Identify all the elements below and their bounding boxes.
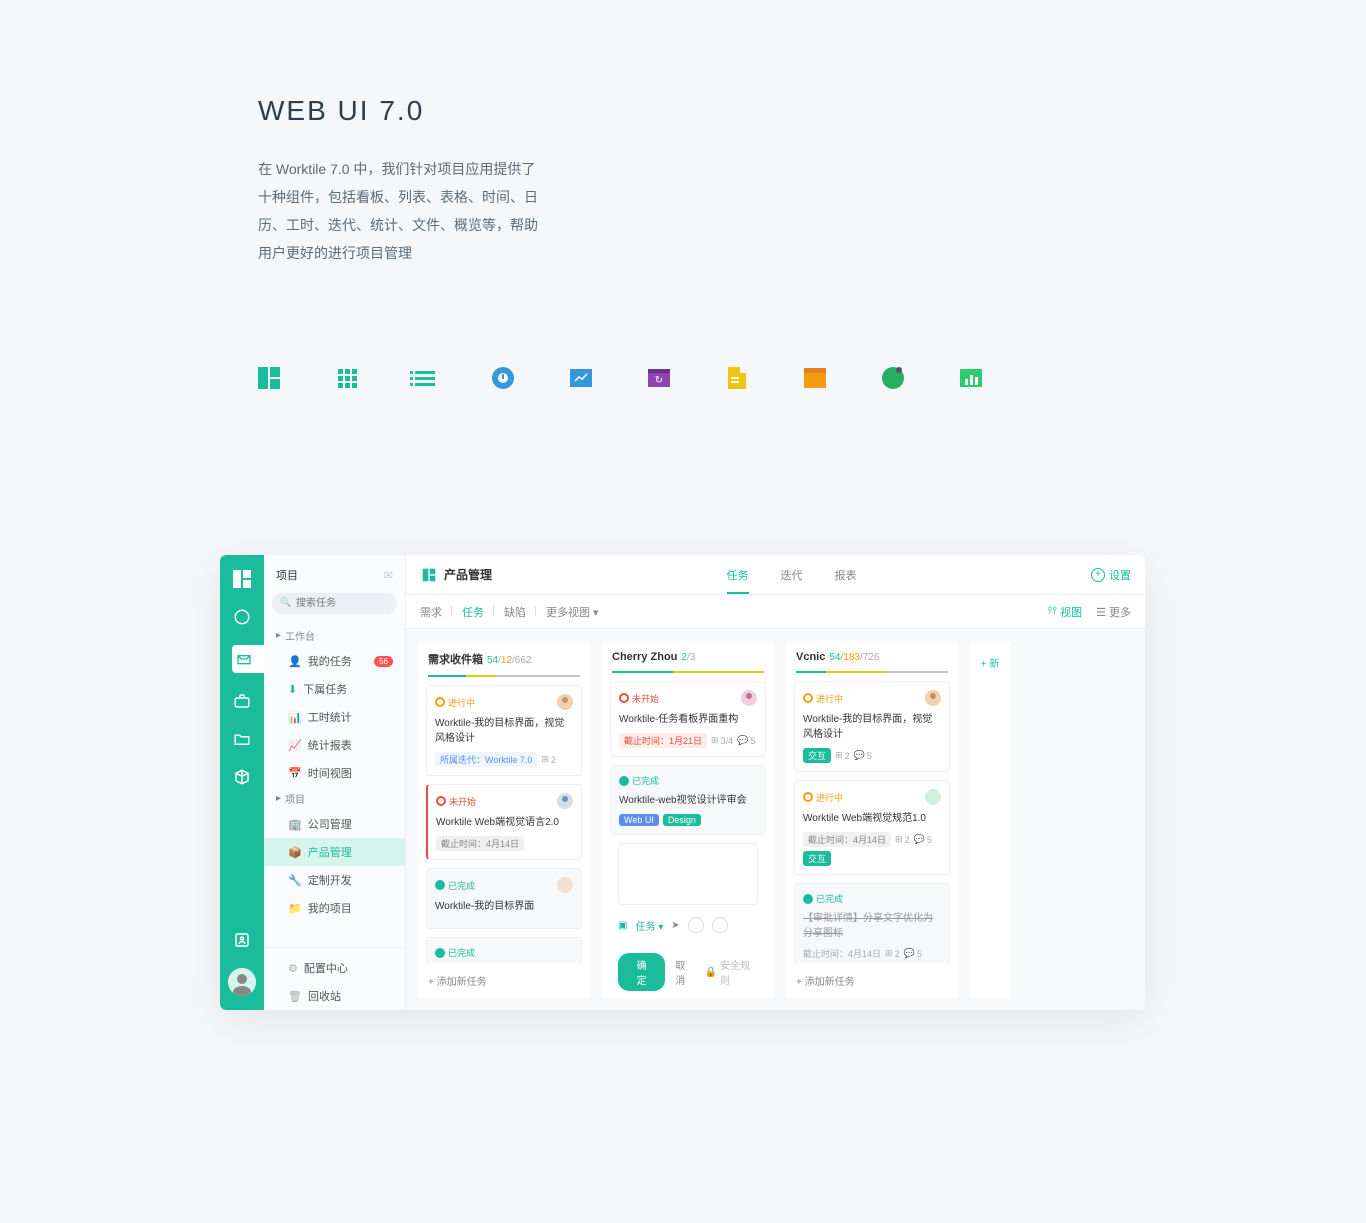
iteration-icon: ↻ (648, 367, 670, 389)
timer-icon (882, 367, 904, 389)
rail-cube-icon[interactable] (232, 767, 252, 787)
sidebar-item-reports[interactable]: 📈统计报表 (264, 731, 405, 759)
nav-rail (220, 555, 264, 1010)
rail-inbox-icon[interactable] (232, 645, 264, 673)
add-column-button[interactable]: + 新 (970, 641, 1010, 998)
compose-assignee[interactable] (688, 917, 704, 933)
rail-chat-icon[interactable] (232, 607, 252, 627)
sidebar-section-title: 项目 (276, 567, 298, 583)
page-title: 产品管理 (444, 566, 492, 583)
file-icon (726, 367, 748, 389)
subtab-bug[interactable]: 缺陷 (504, 604, 526, 620)
tab-tasks[interactable]: 任务 (727, 567, 749, 594)
card[interactable]: 已完成 【审批详情】分享文字优化为分享图标 截止时间：4月14日⊞ 2💬 5 (794, 883, 950, 963)
lock-icon: 🔒 (705, 967, 717, 978)
cancel-button[interactable]: 取消 (675, 957, 694, 987)
sidebar-group-workspace[interactable]: ▸ 工作台 (264, 624, 405, 647)
table-icon (336, 367, 358, 389)
add-task-button[interactable]: + 添加新任务 (418, 963, 590, 998)
compose-type[interactable]: 任务 ▾ (635, 918, 663, 933)
rail-briefcase-icon[interactable] (232, 691, 252, 711)
sidebar-item-config[interactable]: ⚙配置中心 (264, 954, 405, 982)
column-vcnic: Vcnic54/183/726 进行中 Worktile-我的目标界面，视觉风格… (786, 641, 958, 998)
search-input[interactable] (272, 593, 397, 614)
component-icon-strip: ↻ (258, 367, 1366, 389)
security-hint: 🔒安全规则 (705, 957, 758, 987)
column-cherry: Cherry Zhou2/3 未开始 Worktile-任务看板界面重构 截止时… (602, 641, 774, 998)
more-button[interactable]: ☰ 更多 (1096, 604, 1131, 620)
avatar-icon (557, 793, 573, 809)
list-icon (414, 367, 436, 389)
cursor-icon: ➤ (671, 920, 679, 931)
main-header: 产品管理 任务 迭代 报表 +设置 (406, 555, 1145, 595)
stats-icon (570, 367, 592, 389)
card[interactable]: 进行中 Worktile-我的目标界面，视觉风格设计 所属迭代：Worktile… (426, 685, 582, 776)
confirm-button[interactable]: 确定 (618, 953, 665, 991)
rail-contact-icon[interactable] (232, 930, 252, 950)
avatar-icon (557, 694, 573, 710)
board-icon (258, 367, 280, 389)
sidebar: 项目 ✉ ▸ 工作台 👤我的任务56 ⬇下属任务 📊工时统计 📈统计报表 📅时间… (264, 555, 406, 1010)
settings-button[interactable]: +设置 (1091, 567, 1131, 583)
overview-icon (960, 367, 982, 389)
sidebar-item-custom[interactable]: 🔧定制开发 (264, 866, 405, 894)
rail-logo[interactable] (232, 569, 252, 589)
sidebar-item-trash[interactable]: 🗑回收站 (264, 982, 405, 1010)
sidebar-item-hours[interactable]: 📊工时统计 (264, 703, 405, 731)
hero-title: WEB UI 7.0 (258, 95, 1366, 127)
main-content: 产品管理 任务 迭代 报表 +设置 需求 任务 缺陷 更多视图 ▾ ⫯⫯ 视图 … (406, 555, 1145, 1010)
search-input-wrap (272, 593, 397, 614)
clock-icon (492, 367, 514, 389)
card[interactable]: 已完成 Worktile-我的目标界面 (426, 868, 582, 929)
subtab-task[interactable]: 任务 (462, 604, 484, 620)
sidebar-item-my-project[interactable]: 📁我的项目 (264, 894, 405, 922)
avatar-icon (925, 690, 941, 706)
view-button[interactable]: ⫯⫯ 视图 (1048, 604, 1083, 620)
compose-date[interactable] (712, 917, 728, 933)
card[interactable]: 已完成 Worktile-web视觉设计评审会 Web UIDesign (610, 765, 766, 835)
hero-description: 在 Worktile 7.0 中，我们针对项目应用提供了十种组件，包括看板、列表… (258, 155, 548, 267)
avatar-icon (557, 877, 573, 893)
card[interactable]: 进行中 Worktile-我的目标界面，视觉风格设计 交互⊞ 2💬 5 (794, 681, 950, 772)
subtab-req[interactable]: 需求 (420, 604, 442, 620)
card[interactable]: 未开始 Worktile-任务看板界面重构 截止时间：1月21日⊞ 3/4💬 5 (610, 681, 766, 757)
card[interactable]: 未开始 Worktile Web端视觉语言2.0 截止时间：4月14日 (426, 784, 582, 860)
app-window: 项目 ✉ ▸ 工作台 👤我的任务56 ⬇下属任务 📊工时统计 📈统计报表 📅时间… (220, 555, 1145, 1010)
tab-iteration[interactable]: 迭代 (781, 567, 803, 583)
avatar-icon (741, 690, 757, 706)
rail-user-avatar[interactable] (228, 968, 256, 996)
card[interactable]: 已完成 Worktile-吉祥物长颈鹿 WUHOO 形象重设计 截止时间：4月1… (426, 937, 582, 963)
sidebar-item-timeline[interactable]: 📅时间视图 (264, 759, 405, 787)
rail-folder-icon[interactable] (232, 729, 252, 749)
sidebar-item-my-tasks[interactable]: 👤我的任务56 (264, 647, 405, 675)
avatar-icon (925, 789, 941, 805)
calendar-icon (804, 367, 826, 389)
sidebar-item-sub-tasks[interactable]: ⬇下属任务 (264, 675, 405, 703)
add-task-button[interactable]: + 添加新任务 (786, 963, 958, 998)
compose-card[interactable] (618, 843, 758, 905)
kanban-board: 需求收件箱54/12/662 进行中 Worktile-我的目标界面，视觉风格设… (406, 629, 1145, 1010)
sidebar-item-company[interactable]: 🏢公司管理 (264, 810, 405, 838)
tab-reports[interactable]: 报表 (835, 567, 857, 583)
column-inbox: 需求收件箱54/12/662 进行中 Worktile-我的目标界面，视觉风格设… (418, 641, 590, 998)
card[interactable]: 进行中 Worktile Web端视觉规范1.0 截止时间：4月14日⊞ 2💬 … (794, 780, 950, 875)
sidebar-item-product[interactable]: 📦产品管理 (264, 838, 405, 866)
sub-header: 需求 任务 缺陷 更多视图 ▾ ⫯⫯ 视图 ☰ 更多 (406, 595, 1145, 629)
subtab-more[interactable]: 更多视图 ▾ (546, 604, 599, 620)
mail-icon[interactable]: ✉ (384, 569, 393, 582)
sidebar-group-projects[interactable]: ▸ 项目 (264, 787, 405, 810)
